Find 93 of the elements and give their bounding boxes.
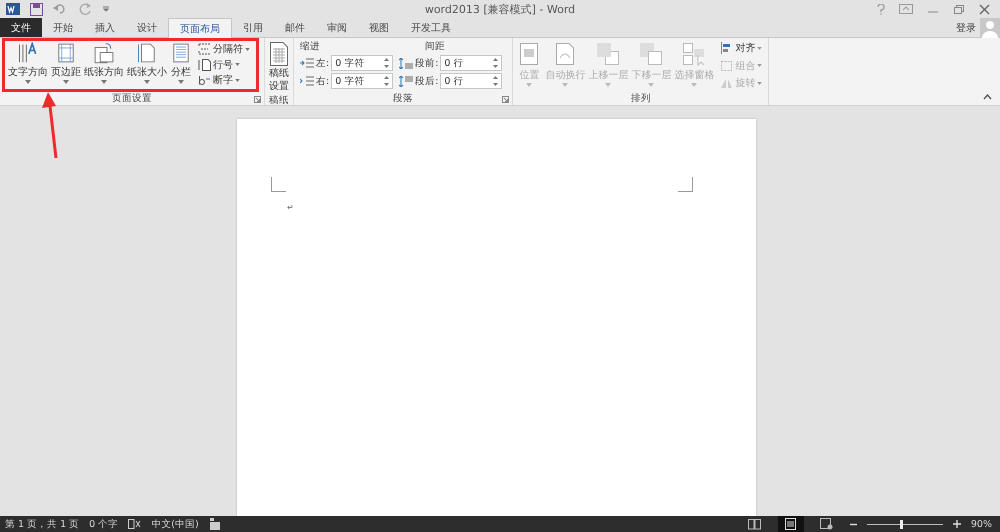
page-icon [93, 42, 115, 64]
spinner-arrows-icon[interactable] [493, 76, 498, 86]
group-label: 段落 [393, 92, 414, 105]
ribbon-button[interactable]: 文字方向 [7, 41, 49, 89]
print-layout-button[interactable] [778, 516, 804, 532]
ribbon-button[interactable]: 纸张方向 [83, 41, 125, 89]
ribbon-button[interactable]: 对齐 [720, 41, 762, 55]
save-icon[interactable] [30, 2, 43, 16]
ribbon-tab[interactable]: 视图 [358, 18, 400, 37]
indent-left-icon [300, 58, 314, 68]
ribbon-button[interactable]: 纸张大小 [126, 41, 168, 89]
spin-field[interactable]: 0 行 [440, 73, 502, 89]
ribbon-tab[interactable]: 开发工具 [400, 18, 462, 37]
dialog-launcher-icon[interactable] [254, 96, 261, 103]
text-direction-icon [17, 42, 39, 64]
spinner-arrows-icon[interactable] [493, 58, 498, 68]
sign-in-link[interactable]: 登录 [956, 20, 976, 34]
grid-paper-icon [268, 41, 290, 67]
customize-caret-icon[interactable] [103, 6, 109, 12]
hyphen-icon [198, 74, 211, 86]
paragraph-mark: ↵ [287, 203, 294, 212]
caret-icon [648, 83, 654, 87]
layers-icon [595, 41, 622, 67]
ribbon-tab[interactable]: 插入 [84, 18, 126, 37]
space-after-icon [399, 76, 414, 86]
page-icon [198, 58, 211, 70]
section-label: 间距 [424, 40, 446, 53]
ribbon-button[interactable]: 页边距 [50, 41, 82, 89]
caret-icon [235, 63, 240, 66]
caret-icon [25, 80, 31, 84]
ribbon-tab[interactable]: 开始 [42, 18, 84, 37]
indent-right-icon [300, 76, 314, 86]
close-icon[interactable] [979, 4, 990, 14]
layers-icon [638, 41, 664, 67]
dialog-launcher-icon[interactable] [502, 96, 510, 103]
caret-icon [757, 64, 762, 67]
collapse-ribbon-icon[interactable] [983, 94, 992, 100]
group-label: 稿纸 [269, 94, 289, 107]
caret-icon [757, 82, 762, 84]
caret-icon [526, 83, 532, 87]
caret-icon [101, 80, 107, 84]
section-label: 缩进 [300, 40, 321, 53]
caret-icon [562, 83, 568, 87]
file-tab[interactable]: 文件 [0, 18, 42, 37]
ribbon-button[interactable]: 行号 [198, 58, 250, 72]
ribbon-tab[interactable]: 邮件 [274, 18, 316, 37]
field-label: 段前: [415, 56, 438, 70]
ribbon-button[interactable]: 分隔符 [198, 42, 250, 56]
zoom-level[interactable]: 90% [970, 518, 992, 530]
caret-icon [691, 83, 698, 87]
proofing-icon[interactable] [128, 518, 142, 530]
spinner-arrows-icon[interactable] [384, 58, 390, 68]
caret-icon [63, 80, 69, 84]
spinner-arrows-icon[interactable] [384, 76, 390, 86]
group-label: 排列 [630, 92, 651, 105]
word-count[interactable]: 0 个字 [89, 518, 118, 530]
caret-icon [605, 83, 612, 87]
spin-field[interactable]: 0 行 [440, 55, 502, 71]
word-logo-icon[interactable] [6, 2, 20, 16]
caret-icon [757, 46, 762, 50]
restore-icon[interactable] [953, 4, 965, 14]
language-indicator[interactable]: 中文(中国) [151, 518, 199, 530]
break-icon [198, 43, 211, 55]
rotate-icon [720, 77, 734, 89]
page-count[interactable]: 第 1 页，共 1 页 [5, 518, 80, 530]
group-label: 页面设置 [112, 92, 152, 105]
page-lines-icon [784, 518, 798, 530]
field-label: 左: [316, 56, 330, 70]
ribbon-tab[interactable]: 设计 [126, 18, 168, 37]
zoom-in-icon[interactable] [952, 520, 961, 528]
window-title: word2013 [兼容模式] - Word [424, 2, 576, 16]
group-icon [720, 60, 734, 72]
ribbon-tab[interactable]: 审阅 [316, 18, 358, 37]
document-page[interactable]: ↵ [237, 119, 756, 516]
caret-icon [178, 80, 184, 84]
ribbon-button[interactable]: 稿纸设置 [267, 40, 291, 94]
corner-mark-icon [271, 177, 287, 192]
spin-field[interactable]: 0 字符 [331, 55, 394, 71]
ribbon-button[interactable]: 分栏 [169, 41, 193, 89]
ribbon-button[interactable]: 断字 [198, 73, 250, 87]
web-page-icon [820, 518, 834, 530]
ribbon-tab[interactable]: 页面布局 [168, 18, 232, 38]
macro-icon[interactable] [208, 518, 221, 530]
field-label: 段后: [415, 74, 438, 88]
caret-icon [144, 80, 150, 84]
corner-mark-icon [677, 177, 693, 192]
caret-icon [235, 78, 240, 82]
field-label: 右: [316, 74, 330, 88]
book-icon [748, 518, 762, 530]
space-before-icon [399, 58, 414, 68]
spin-field[interactable]: 0 字符 [331, 73, 394, 89]
caret-icon [245, 48, 250, 50]
ribbon-tab[interactable]: 引用 [232, 18, 274, 37]
